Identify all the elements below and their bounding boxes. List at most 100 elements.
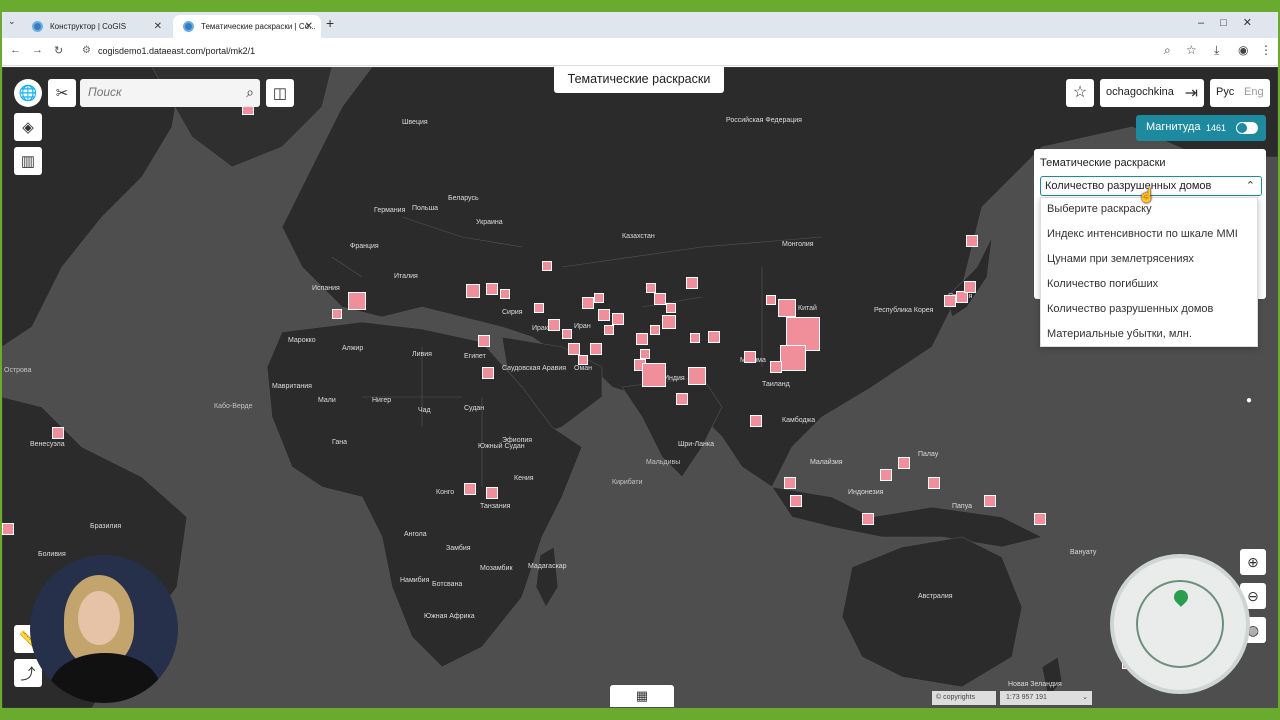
close-tab-icon[interactable]: ✕ (154, 15, 162, 38)
earthquake-marker[interactable] (582, 297, 594, 309)
earthquake-marker[interactable] (780, 345, 806, 371)
earthquake-marker[interactable] (486, 487, 498, 499)
map-viewport[interactable]: Российская Федерация Казахстан Монголия … (2, 67, 1278, 708)
screen-frame: ⌄ Конструктор | CoGIS ✕ Тематические рас… (0, 0, 1280, 720)
earthquake-marker[interactable] (548, 319, 560, 331)
earthquake-marker[interactable] (688, 367, 706, 385)
earthquake-marker[interactable] (500, 289, 510, 299)
theme-option[interactable]: Количество погибших (1047, 278, 1158, 290)
user-chip[interactable]: ochagochkina ⇥ (1100, 79, 1204, 107)
browser-tab-konstruktor[interactable]: Конструктор | CoGIS ✕ (22, 15, 170, 38)
earthquake-marker[interactable] (590, 343, 602, 355)
earthquake-marker[interactable] (464, 483, 476, 495)
earthquake-marker[interactable] (708, 331, 720, 343)
tools-icon[interactable]: ✂ (48, 79, 76, 107)
earthquake-marker[interactable] (578, 355, 588, 365)
earthquake-marker[interactable] (486, 283, 498, 295)
earthquake-marker[interactable] (332, 309, 342, 319)
dot-marker-icon: ● (1246, 395, 1253, 406)
earthquake-marker[interactable] (944, 295, 956, 307)
scale-select[interactable]: 1:73 957 191 ⌄ (1000, 691, 1092, 705)
earthquake-marker[interactable] (482, 367, 494, 379)
earthquake-marker[interactable] (928, 477, 940, 489)
earthquake-marker[interactable] (686, 277, 698, 289)
browser-menu-icon[interactable]: ⋮ (1260, 43, 1272, 57)
favorite-star-icon[interactable]: ☆ (1066, 79, 1094, 107)
earthquake-marker[interactable] (984, 495, 996, 507)
theme-option[interactable]: Выберите раскраску (1047, 203, 1152, 215)
earthquake-marker[interactable] (604, 325, 614, 335)
earthquake-marker[interactable] (964, 281, 976, 293)
browser-tab-thematic[interactable]: Тематические раскраски | Со... ✕ (173, 15, 321, 38)
map-book-icon[interactable]: ▥ (14, 147, 42, 175)
forward-arrow-icon[interactable]: → (32, 44, 43, 56)
earthquake-marker[interactable] (646, 283, 656, 293)
download-icon[interactable]: ⤓ (1214, 43, 1219, 58)
earthquake-marker[interactable] (642, 363, 666, 387)
site-info-icon[interactable]: ⚙ (82, 45, 91, 56)
bookmark-star-icon[interactable]: ☆ (1186, 43, 1197, 57)
theme-option[interactable]: Индекс интенсивности по шкале MMI (1047, 228, 1238, 240)
earthquake-marker[interactable] (568, 343, 580, 355)
back-arrow-icon[interactable]: ← (10, 44, 21, 56)
split-view-icon[interactable]: ◫ (266, 79, 294, 107)
earthquake-marker[interactable] (1034, 513, 1046, 525)
copyrights-link[interactable]: © copyrights (932, 691, 996, 705)
earthquake-marker[interactable] (862, 513, 874, 525)
chevron-down-icon: ⌄ (1082, 694, 1088, 701)
theme-option[interactable]: Количество разрушенных домов (1047, 303, 1213, 315)
app-logo-icon[interactable]: 🌐 (14, 79, 42, 107)
earthquake-marker[interactable] (2, 523, 14, 535)
earthquake-marker[interactable] (534, 303, 544, 313)
earthquake-marker[interactable] (790, 495, 802, 507)
url-field[interactable]: cogisdemo1.dataeast.com/portal/mk2/1 (98, 46, 255, 56)
earthquake-marker[interactable] (898, 457, 910, 469)
new-tab-icon[interactable]: + (326, 15, 334, 31)
earthquake-marker[interactable] (666, 303, 676, 313)
earthquake-marker[interactable] (562, 329, 572, 339)
earthquake-marker[interactable] (478, 335, 490, 347)
earthquake-marker[interactable] (654, 293, 666, 305)
earthquake-marker[interactable] (778, 299, 796, 317)
earthquake-marker[interactable] (594, 293, 604, 303)
earthquake-marker[interactable] (542, 261, 552, 271)
earthquake-marker[interactable] (662, 315, 676, 329)
language-switcher: Рус Eng (1210, 79, 1270, 107)
earthquake-marker[interactable] (784, 477, 796, 489)
window-controls[interactable]: –□✕ (1198, 16, 1268, 29)
earthquake-marker[interactable] (690, 333, 700, 343)
tab-list-chevron-icon[interactable]: ⌄ (8, 16, 16, 27)
earthquake-marker[interactable] (966, 235, 978, 247)
chevron-up-icon[interactable]: ⌃ (1246, 179, 1255, 192)
zoom-icon[interactable]: ⌕ (1164, 43, 1171, 58)
lang-ru-button[interactable]: Рус (1216, 86, 1234, 98)
theme-option[interactable]: Материальные убытки, млн. (1047, 328, 1192, 340)
earthquake-marker[interactable] (612, 313, 624, 325)
zoom-in-icon[interactable]: ⊕ (1240, 549, 1266, 575)
lang-en-button[interactable]: Eng (1244, 86, 1264, 98)
layers-icon[interactable]: ◈ (14, 113, 42, 141)
close-tab-icon[interactable]: ✕ (305, 15, 313, 38)
earthquake-marker[interactable] (770, 361, 782, 373)
magnitude-switch[interactable] (1236, 122, 1258, 134)
earthquake-marker[interactable] (466, 284, 480, 298)
magnitude-layer-toggle[interactable]: Магнитуда 1461 (1136, 115, 1266, 141)
earthquake-marker[interactable] (348, 292, 366, 310)
earthquake-marker[interactable] (676, 393, 688, 405)
reload-icon[interactable]: ↻ (54, 44, 63, 57)
attribute-table-icon[interactable]: ▦ (610, 685, 674, 707)
earthquake-marker[interactable] (766, 295, 776, 305)
search-input[interactable] (88, 85, 228, 99)
earthquake-marker[interactable] (744, 351, 756, 363)
earthquake-marker[interactable] (650, 325, 660, 335)
theme-option[interactable]: Цунами при землетрясениях (1047, 253, 1194, 265)
earthquake-marker[interactable] (52, 427, 64, 439)
profile-icon[interactable]: ◉ (1238, 43, 1248, 57)
earthquake-marker[interactable] (636, 333, 648, 345)
search-icon[interactable]: ⌕ (246, 84, 254, 101)
earthquake-marker[interactable] (750, 415, 762, 427)
earthquake-marker[interactable] (640, 349, 650, 359)
earthquake-marker[interactable] (880, 469, 892, 481)
earthquake-marker[interactable] (598, 309, 610, 321)
logout-icon[interactable]: ⇥ (1185, 83, 1198, 103)
